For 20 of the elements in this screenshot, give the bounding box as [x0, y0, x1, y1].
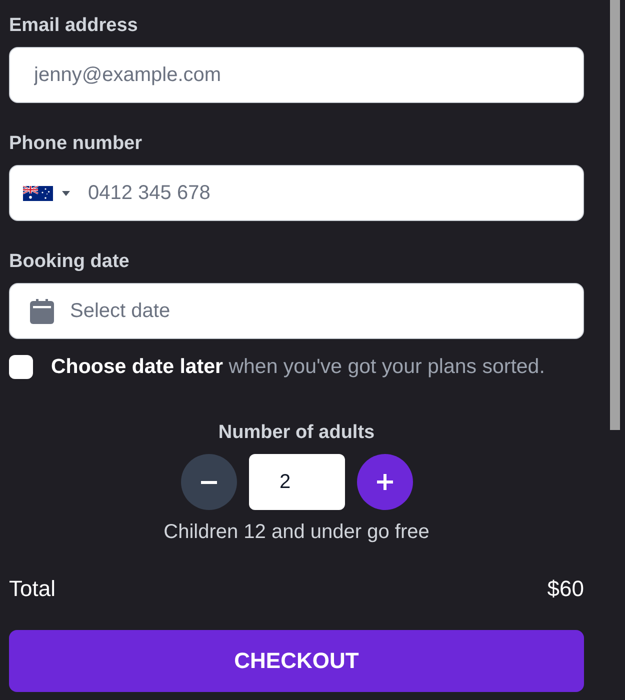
plus-icon	[376, 474, 392, 490]
stepper-label: Number of adults	[218, 421, 375, 445]
quantity-field[interactable]: 2	[248, 454, 344, 510]
field-label: Booking date	[9, 250, 130, 274]
calendar-icon	[30, 298, 54, 324]
phone-input[interactable]: 0412 345 678	[88, 166, 583, 220]
flag-icon	[23, 186, 53, 200]
field-label: Phone number	[9, 132, 142, 156]
country-select[interactable]	[23, 186, 70, 200]
minus-icon	[200, 480, 216, 484]
total-amount: $60	[547, 575, 584, 603]
note-text: Children 12 and under go free	[164, 520, 430, 544]
checkout-button[interactable]: CHECKOUT	[9, 630, 584, 692]
checkbox-label: Choose date later when you've got your plans sorted.	[51, 355, 545, 379]
phone-field[interactable]: 0412 345 678	[9, 165, 584, 221]
total-label: Total	[9, 575, 56, 603]
caret-icon	[62, 190, 70, 196]
scrollbar-thumb[interactable]	[610, 0, 620, 430]
checkbox[interactable]	[9, 355, 33, 379]
field-label: Email address	[9, 14, 138, 38]
